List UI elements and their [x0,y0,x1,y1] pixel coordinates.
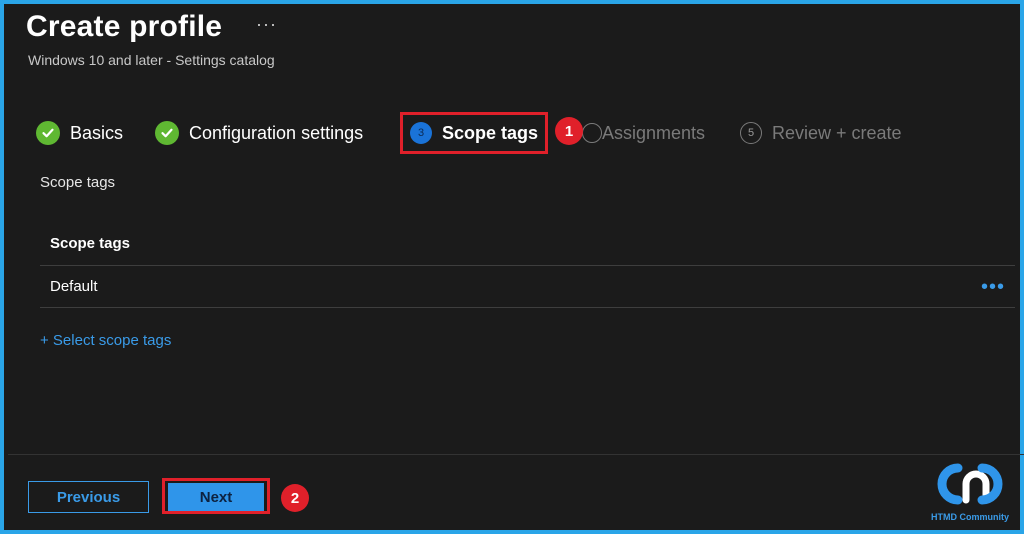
check-icon [155,121,179,145]
step-label: Configuration settings [189,122,364,143]
select-scope-tags-link[interactable]: + Select scope tags [40,332,171,349]
page-subtitle: Windows 10 and later - Settings catalog [28,52,275,68]
step-basics[interactable]: Basics [36,112,123,154]
column-header-scope-tags: Scope tags [50,235,131,252]
logo-text: HTMD Community [931,512,1009,522]
step-assignments[interactable]: Assignments [602,112,705,154]
table-header: Scope tags [40,222,1015,266]
footer-divider [8,454,1024,455]
step-label: Review + create [772,122,902,143]
app-frame: Create profile ··· Windows 10 and later … [0,0,1024,534]
check-icon [36,121,60,145]
previous-button[interactable]: Previous [28,481,149,513]
page-title: Create profile [26,10,223,43]
step-number-icon: 5 [740,122,762,144]
table-row[interactable]: Default ••• [40,266,1015,308]
next-button[interactable]: Next [168,483,264,511]
scope-tag-value: Default [50,278,98,295]
section-label: Scope tags [40,174,116,191]
annotation-highlight-scope-tags [400,112,548,154]
annotation-badge-1: 1 [555,117,583,145]
step-label: Assignments [602,122,706,143]
more-options-icon[interactable]: ··· [256,14,277,35]
step-configuration-settings[interactable]: Configuration settings [155,112,363,154]
scope-tags-table: Scope tags Default ••• [40,222,1015,308]
step-review-create[interactable]: 5 Review + create [740,112,902,154]
step-number-icon [582,123,602,143]
step-label: Basics [70,122,124,143]
row-more-icon[interactable]: ••• [981,277,1015,297]
annotation-badge-2: 2 [281,484,309,512]
